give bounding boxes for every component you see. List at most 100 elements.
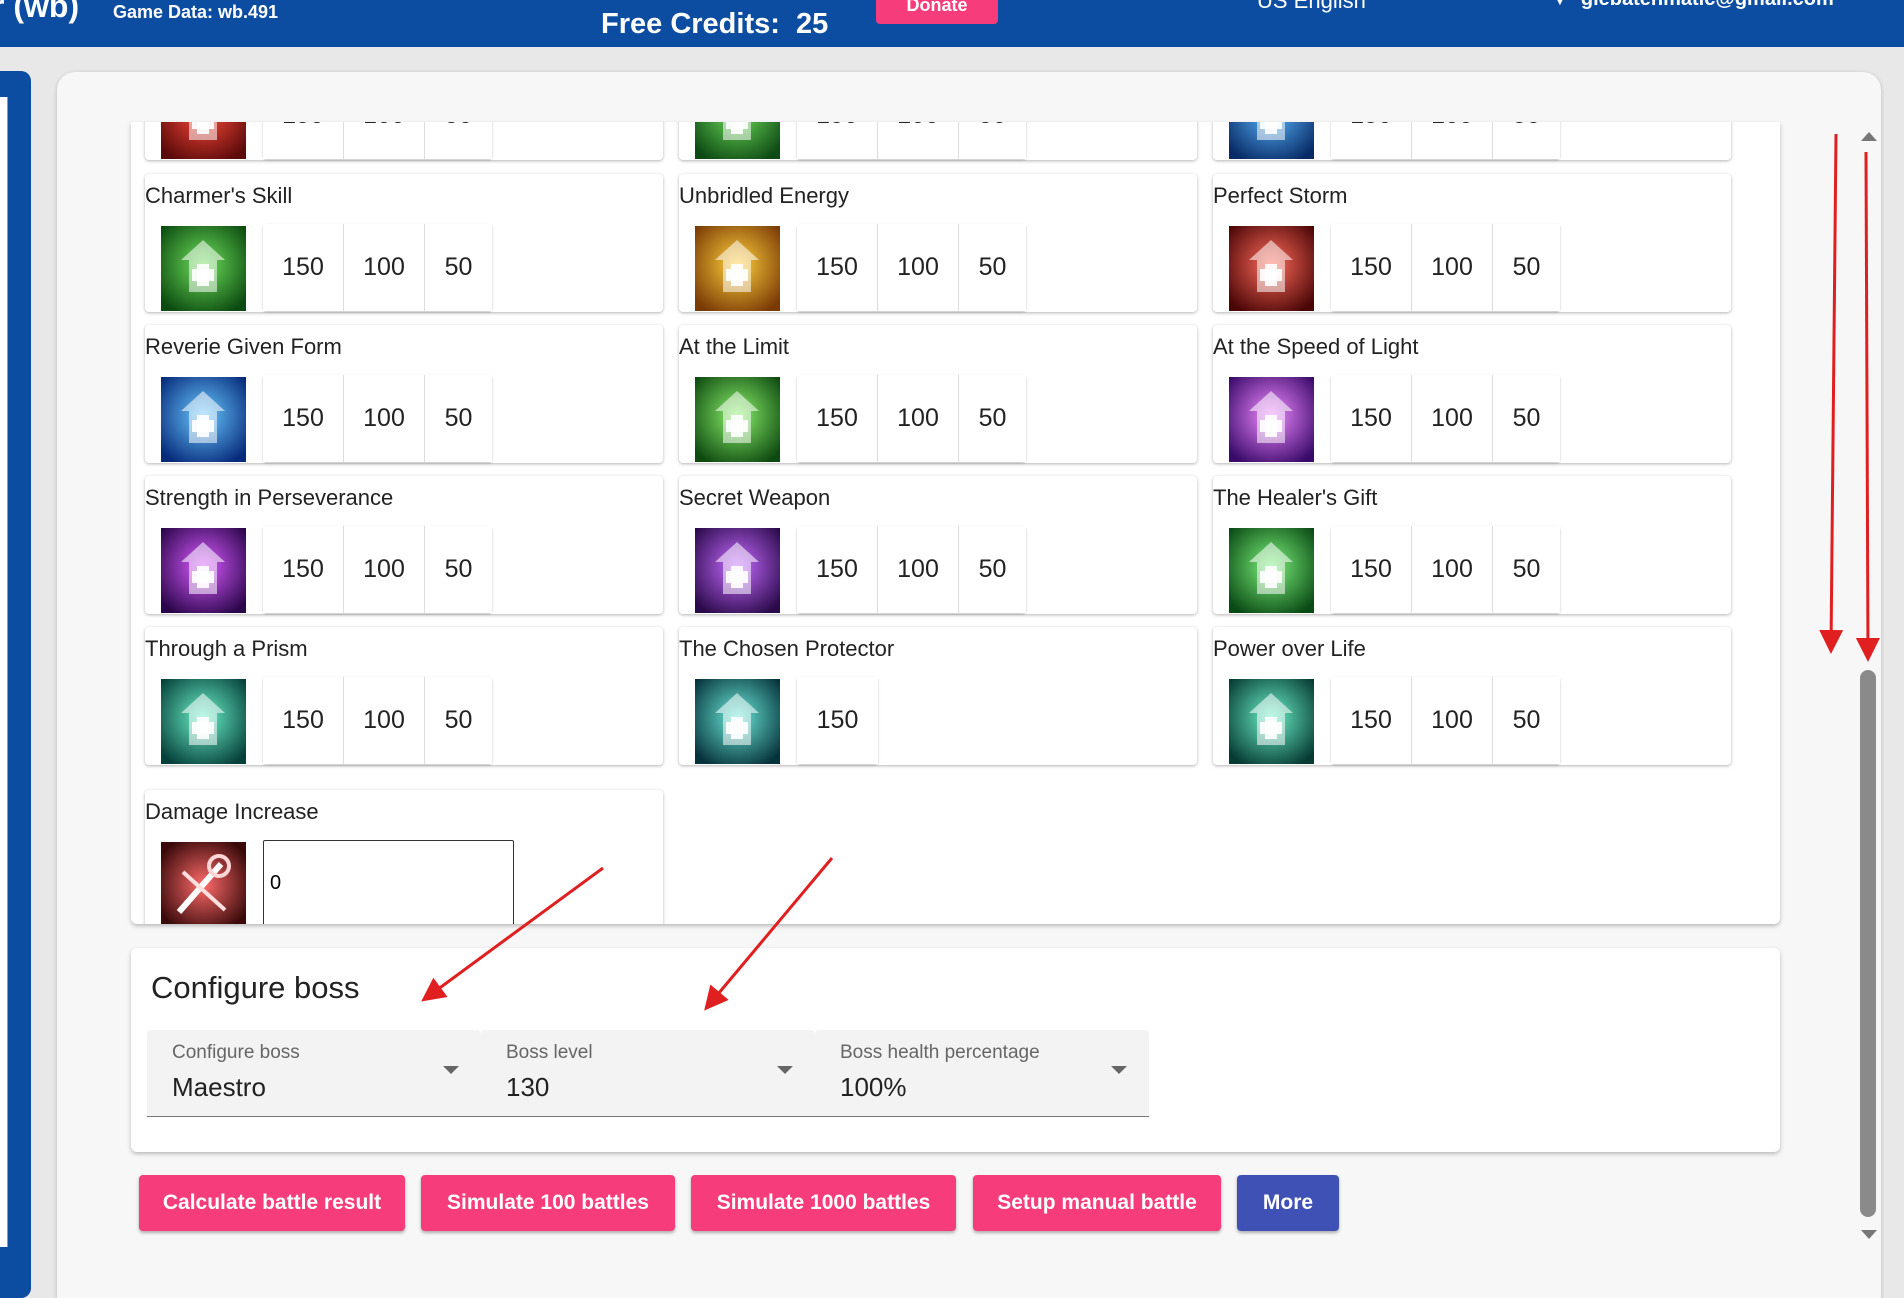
skill-level-value[interactable]: 50 <box>1493 375 1560 462</box>
skill-card: Secret Weapon 150 100 50 <box>679 476 1197 614</box>
dropdown-caret-icon <box>443 1066 459 1074</box>
skill-level-value[interactable]: 100 <box>878 224 959 311</box>
scrollbar-thumb[interactable] <box>1860 670 1876 1217</box>
skill-level-value[interactable]: 150 <box>263 526 344 613</box>
skill-card: Unbridled Energy 150 100 50 <box>679 174 1197 312</box>
skill-level-value[interactable]: 150 <box>797 224 878 311</box>
boss-select-value: Maestro <box>172 1072 266 1102</box>
skill-level-value[interactable]: 100 <box>878 526 959 613</box>
skill-level-value[interactable]: 100 <box>344 122 425 159</box>
twin-shield-icon <box>161 377 246 462</box>
skill-card: Strength in Perseverance 150 100 50 <box>145 476 663 614</box>
green-heal-house-icon <box>161 226 246 311</box>
skill-level-value[interactable]: 50 <box>425 224 492 311</box>
app-title: r (wb) <box>0 0 80 24</box>
skill-level-value[interactable]: 150 <box>1331 224 1412 311</box>
calculate-battle-button[interactable]: Calculate battle result <box>139 1175 405 1231</box>
more-button[interactable]: More <box>1237 1175 1339 1231</box>
skill-level-value[interactable]: 100 <box>344 526 425 613</box>
skill-level-value[interactable]: 100 <box>1412 375 1493 462</box>
boss-health-value: 100% <box>840 1072 907 1102</box>
skill-level-value[interactable]: 150 <box>797 375 878 462</box>
skill-name: Strength in Perseverance <box>145 485 394 510</box>
free-credits: Free Credits: 25 <box>601 8 828 41</box>
skill-level-value[interactable]: 150 <box>797 526 878 613</box>
skill-level-value[interactable]: 150 <box>1331 375 1412 462</box>
skill-level-value[interactable]: 100 <box>344 375 425 462</box>
skill-level-value[interactable]: 100 <box>344 677 425 764</box>
skill-card: Perfect Storm 150 100 50 <box>1213 174 1731 312</box>
skill-level-values: 15010050 <box>263 375 492 462</box>
skill-level-values: 15010050 <box>1331 526 1560 613</box>
skill-level-value[interactable]: 100 <box>1412 526 1493 613</box>
skill-level-value[interactable]: 150 <box>263 224 344 311</box>
skill-level-value[interactable]: 50 <box>425 526 492 613</box>
simulate-1000-button[interactable]: Simulate 1000 battles <box>691 1175 956 1231</box>
donate-button[interactable]: Donate <box>876 0 998 24</box>
skill-level-value[interactable]: 150 <box>797 677 878 764</box>
language-selector[interactable]: US English <box>1257 0 1366 14</box>
skill-level-value[interactable]: 50 <box>1493 526 1560 613</box>
skill-level-value[interactable]: 50 <box>959 122 1026 159</box>
boss-level-value: 130 <box>506 1072 550 1102</box>
skill-card: 15010050 <box>1213 122 1731 160</box>
skill-name: Power over Life <box>1213 636 1366 661</box>
skill-level-value[interactable]: 150 <box>797 122 878 159</box>
scrollbar[interactable] <box>1858 128 1880 1248</box>
skill-level-value[interactable]: 150 <box>1331 677 1412 764</box>
skill-level-values: 15010050 <box>1331 224 1560 311</box>
hourglass-icon <box>1229 377 1314 462</box>
credits-label: Free Credits: <box>601 8 780 40</box>
blue-shield-icon <box>1229 122 1314 159</box>
account-menu[interactable]: ▼ glebatenmatic@gmail.com <box>1553 0 1834 11</box>
skill-level-values: 150 <box>797 677 878 764</box>
left-panel-content <box>0 97 8 1247</box>
skill-name: Secret Weapon <box>679 485 831 510</box>
configure-boss-panel: Configure boss Configure boss Maestro Bo… <box>131 948 1780 1152</box>
skill-level-value[interactable]: 50 <box>425 122 492 159</box>
skill-level-values: 15010050 <box>797 122 1026 159</box>
skill-level-value[interactable]: 50 <box>425 677 492 764</box>
skill-name: The Chosen Protector <box>679 636 895 661</box>
setup-manual-battle-button[interactable]: Setup manual battle <box>973 1175 1221 1231</box>
skill-level-values: 15010050 <box>263 677 492 764</box>
damage-increase-input[interactable] <box>263 840 514 924</box>
skill-name: Charmer's Skill <box>145 183 293 208</box>
skill-level-value[interactable]: 100 <box>344 224 425 311</box>
skill-level-values: 15010050 <box>263 526 492 613</box>
simulate-100-button[interactable]: Simulate 100 battles <box>421 1175 675 1231</box>
boss-level-select[interactable]: Boss level 130 <box>481 1030 815 1117</box>
skill-name: Perfect Storm <box>1213 183 1348 208</box>
skill-level-value[interactable]: 50 <box>959 526 1026 613</box>
skill-level-value[interactable]: 50 <box>1493 677 1560 764</box>
scroll-down-arrow-icon[interactable] <box>1861 1230 1877 1239</box>
skill-level-value[interactable]: 100 <box>1412 122 1493 159</box>
boss-health-select[interactable]: Boss health percentage 100% <box>815 1030 1149 1117</box>
skill-level-value[interactable]: 100 <box>878 375 959 462</box>
skill-level-value[interactable]: 50 <box>959 375 1026 462</box>
skill-level-value[interactable]: 150 <box>263 677 344 764</box>
skill-level-value[interactable]: 50 <box>425 375 492 462</box>
skill-level-values: 15010050 <box>263 122 492 159</box>
configure-boss-title: Configure boss <box>151 970 360 1005</box>
skill-level-value[interactable]: 150 <box>263 375 344 462</box>
skill-level-value[interactable]: 50 <box>959 224 1026 311</box>
eye-blade-icon <box>695 528 780 613</box>
boss-select-label: Configure boss <box>172 1042 300 1063</box>
scroll-up-arrow-icon[interactable] <box>1861 132 1877 141</box>
green-wings-icon <box>695 122 780 159</box>
boss-select[interactable]: Configure boss Maestro <box>147 1030 481 1117</box>
skill-level-value[interactable]: 150 <box>1331 122 1412 159</box>
skill-level-value[interactable]: 150 <box>1331 526 1412 613</box>
skill-level-value[interactable]: 50 <box>1493 122 1560 159</box>
skill-level-value[interactable]: 100 <box>1412 224 1493 311</box>
skill-level-value[interactable]: 50 <box>1493 224 1560 311</box>
dropdown-caret-icon <box>1111 1066 1127 1074</box>
skill-level-value[interactable]: 150 <box>263 122 344 159</box>
skill-card: 15010050 <box>679 122 1197 160</box>
left-side-panel <box>0 71 31 1298</box>
boss-health-label: Boss health percentage <box>840 1042 1040 1063</box>
skill-level-value[interactable]: 100 <box>1412 677 1493 764</box>
skill-level-value[interactable]: 100 <box>878 122 959 159</box>
top-app-bar: r (wb) Game Data: wb.491 Free Credits: 2… <box>0 0 1904 47</box>
